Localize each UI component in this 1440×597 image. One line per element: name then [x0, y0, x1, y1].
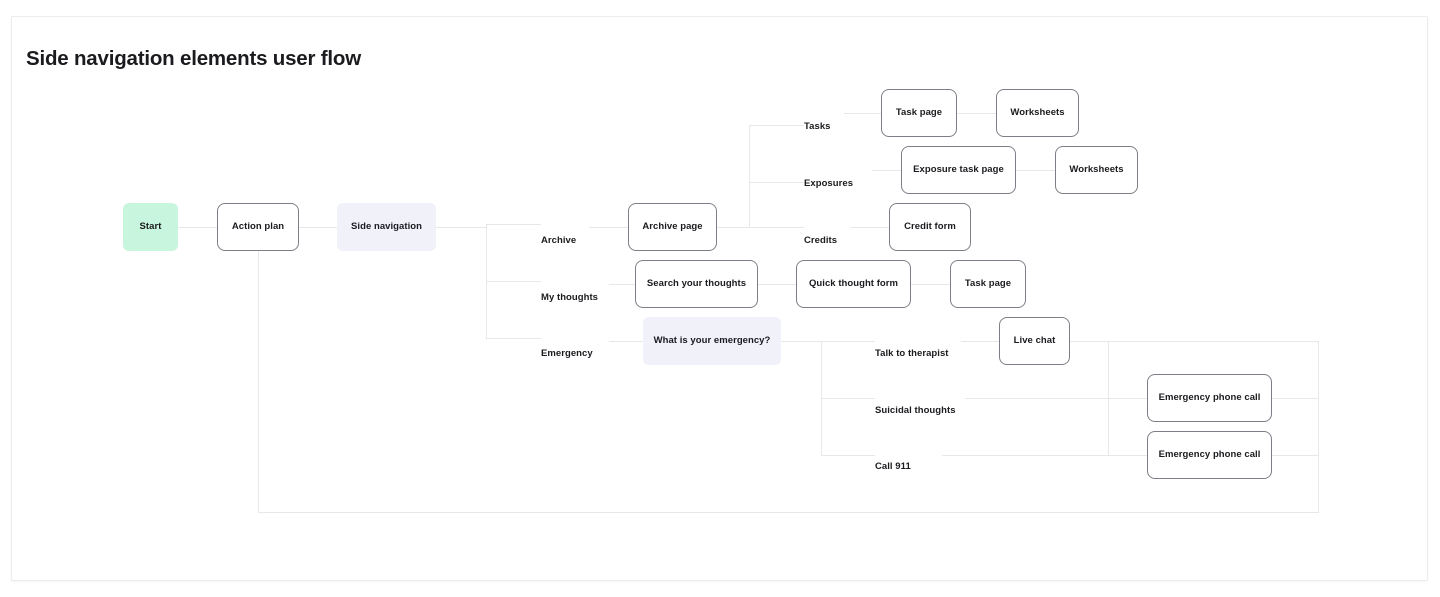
rail-right-return: [1318, 341, 1319, 512]
branch-exposures: [749, 182, 804, 183]
connector-quickform-taskpage: [911, 284, 950, 285]
branch-label: Call 911: [875, 460, 911, 472]
connector-exposurepage-worksheets: [1016, 170, 1055, 171]
node-worksheets-exposures[interactable]: Worksheets: [1055, 146, 1138, 194]
label-exposures: Exposures: [804, 168, 882, 198]
node-label: Side navigation: [351, 221, 422, 233]
node-label: Search your thoughts: [646, 278, 747, 290]
return-left-to-actionplan: [258, 227, 259, 512]
node-exposure-task-page[interactable]: Exposure task page: [901, 146, 1016, 194]
branch-mythoughts: [486, 281, 541, 282]
label-tasks: Tasks: [804, 111, 882, 141]
branch-archive: [486, 224, 541, 225]
node-label: Live chat: [1013, 335, 1056, 347]
branch-suicidalthoughts: [821, 398, 875, 399]
node-label: Emergency phone call: [1158, 449, 1261, 461]
node-credit-form[interactable]: Credit form: [889, 203, 971, 251]
branch-label: Emergency: [541, 347, 593, 359]
connector-archivepage-uptrunk: [717, 227, 804, 228]
node-emergency-phone-call-suicidal[interactable]: Emergency phone call: [1147, 374, 1272, 422]
node-live-chat[interactable]: Live chat: [999, 317, 1070, 365]
label-credits: Credits: [804, 225, 882, 255]
connector-suicidal-call: [965, 398, 1147, 399]
node-label: Task page: [964, 278, 1012, 290]
flow-card: Side navigation elements user flow Start…: [11, 16, 1428, 581]
branch-label: Archive: [541, 234, 577, 246]
connector-start-actionplan: [178, 227, 217, 228]
node-label: Emergency phone call: [1158, 392, 1261, 404]
node-label: Credit form: [904, 221, 956, 233]
node-quick-thought-form[interactable]: Quick thought form: [796, 260, 911, 308]
branch-label: My thoughts: [541, 291, 599, 303]
branch-tasks: [749, 125, 804, 126]
node-task-page-thoughts[interactable]: Task page: [950, 260, 1026, 308]
branch-label: Suicidal thoughts: [875, 404, 956, 416]
connector-call2-rightrail: [1272, 455, 1318, 456]
branch-label: Credits: [804, 234, 838, 246]
node-start[interactable]: Start: [123, 203, 178, 251]
node-label: Worksheets: [1010, 107, 1065, 119]
branch-call911: [821, 455, 875, 456]
node-archive-page[interactable]: Archive page: [628, 203, 717, 251]
node-task-page-tasks[interactable]: Task page: [881, 89, 957, 137]
connector-question-emergencytrunk: [781, 341, 821, 342]
label-talk-to-therapist: Talk to therapist: [875, 338, 965, 368]
label-emergency: Emergency: [541, 338, 619, 368]
node-worksheets-tasks[interactable]: Worksheets: [996, 89, 1079, 137]
connector-taskpage-worksheets: [957, 113, 996, 114]
connector-search-quickform: [758, 284, 796, 285]
node-label: Archive page: [642, 221, 703, 233]
node-label: Quick thought form: [808, 278, 899, 290]
connector-actionplan-sidenav: [299, 227, 337, 228]
node-action-plan[interactable]: Action plan: [217, 203, 299, 251]
branch-label: Exposures: [804, 177, 854, 189]
connector-sidenav-trunk: [436, 227, 486, 228]
rail-emergency-outputs: [1108, 341, 1109, 455]
trunk-upper: [749, 125, 750, 228]
node-label: What is your emergency?: [653, 335, 771, 347]
node-search-your-thoughts[interactable]: Search your thoughts: [635, 260, 758, 308]
label-my-thoughts: My thoughts: [541, 282, 619, 312]
node-side-navigation[interactable]: Side navigation: [337, 203, 436, 251]
branch-label: Tasks: [804, 120, 831, 132]
node-label: Exposure task page: [913, 164, 1004, 176]
label-call-911: Call 911: [875, 451, 953, 481]
node-what-is-your-emergency[interactable]: What is your emergency?: [643, 317, 781, 365]
branch-emergency: [486, 338, 541, 339]
connector-therapist-livechat: [961, 341, 999, 342]
connector-call1-rightrail: [1272, 398, 1318, 399]
node-label: Action plan: [231, 221, 285, 233]
branch-label: Talk to therapist: [875, 347, 949, 359]
label-archive: Archive: [541, 225, 619, 255]
return-bottom: [258, 512, 1319, 513]
label-suicidal-thoughts: Suicidal thoughts: [875, 395, 971, 425]
branch-talktotherapist: [821, 341, 875, 342]
node-label: Start: [139, 221, 162, 233]
node-emergency-phone-call-911[interactable]: Emergency phone call: [1147, 431, 1272, 479]
connector-call911-call: [942, 455, 1147, 456]
user-flow-diagram: Start Action plan Side navigation Tasks …: [12, 17, 1427, 580]
node-label: Worksheets: [1069, 164, 1124, 176]
node-label: Task page: [895, 107, 943, 119]
